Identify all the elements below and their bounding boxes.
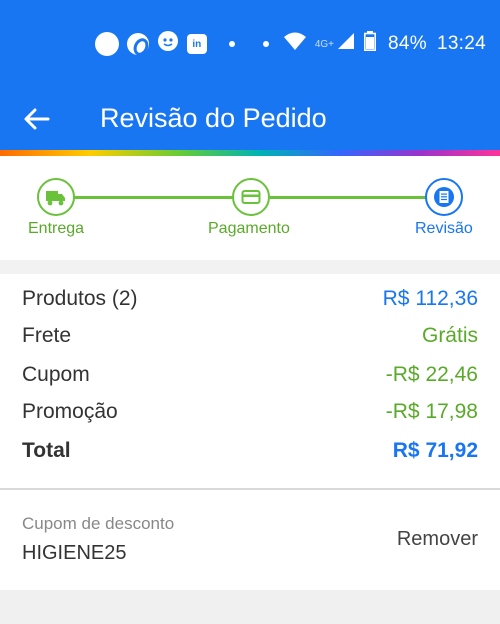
network-type: 4G+ — [314, 38, 335, 50]
section-gap — [0, 260, 500, 274]
summary-row-total: Total R$ 71,92 — [22, 436, 478, 466]
wifi-icon — [283, 31, 307, 57]
back-button[interactable] — [22, 104, 52, 134]
coupon-code: HIGIENE25 — [22, 542, 127, 564]
credit-card-icon — [241, 190, 261, 204]
summary-value: R$ 112,36 — [382, 287, 478, 310]
status-icons: in 4G+ 84% 13:24 — [94, 30, 486, 58]
checkout-stepper: Entrega Pagamento Revisão — [0, 156, 500, 260]
summary-row-frete: Frete Grátis — [22, 321, 478, 351]
dot-icon — [228, 41, 235, 47]
total-label: Total — [22, 439, 71, 462]
document-icon — [434, 187, 454, 207]
page-title: Revisão do Pedido — [100, 103, 327, 133]
stepper-track — [74, 196, 234, 199]
clock: 13:24 — [436, 33, 486, 54]
dot-icon — [262, 41, 269, 47]
summary-value: Grátis — [421, 324, 478, 347]
summary-label: Cupom — [22, 363, 90, 386]
battery-level: 84% — [388, 33, 427, 54]
summary-value: -R$ 17,98 — [385, 400, 478, 423]
step-label-entrega: Entrega — [28, 220, 85, 237]
step-entrega[interactable] — [37, 178, 75, 216]
notification-dot-icon — [94, 32, 119, 56]
app-badge-icon: in — [186, 34, 207, 54]
arrow-left-icon — [24, 108, 50, 130]
step-label-revisao: Revisão — [415, 220, 473, 237]
coupon-section: Cupom de desconto HIGIENE25 Remover — [0, 490, 500, 590]
summary-row-produtos: Produtos (2) R$ 112,36 — [22, 284, 478, 314]
step-revisao[interactable] — [425, 178, 463, 216]
coupon-label: Cupom de desconto — [22, 514, 175, 533]
battery-icon — [364, 31, 377, 57]
bottom-area — [0, 590, 500, 624]
step-pagamento[interactable] — [232, 178, 270, 216]
signal-icon — [336, 31, 356, 57]
cat-notification-icon — [157, 30, 179, 58]
summary-label: Frete — [22, 324, 72, 347]
summary-value: -R$ 22,46 — [385, 363, 478, 386]
summary-label: Produtos (2) — [22, 287, 138, 310]
step-label-pagamento: Pagamento — [208, 220, 290, 237]
truck-icon — [46, 191, 65, 206]
app-bar: Revisão do Pedido — [0, 86, 500, 152]
summary-row-promocao: Promoção -R$ 17,98 — [22, 397, 478, 427]
total-value: R$ 71,92 — [392, 439, 478, 462]
remove-coupon-button[interactable]: Remover — [397, 528, 478, 551]
summary-label: Promoção — [22, 400, 118, 423]
summary-row-cupom: Cupom -R$ 22,46 — [22, 360, 478, 390]
app-notification-icon — [126, 33, 149, 55]
status-bar: in 4G+ 84% 13:24 — [0, 0, 500, 86]
order-summary: Produtos (2) R$ 112,36 Frete Grátis Cupo… — [0, 274, 500, 488]
stepper-track — [270, 196, 426, 199]
